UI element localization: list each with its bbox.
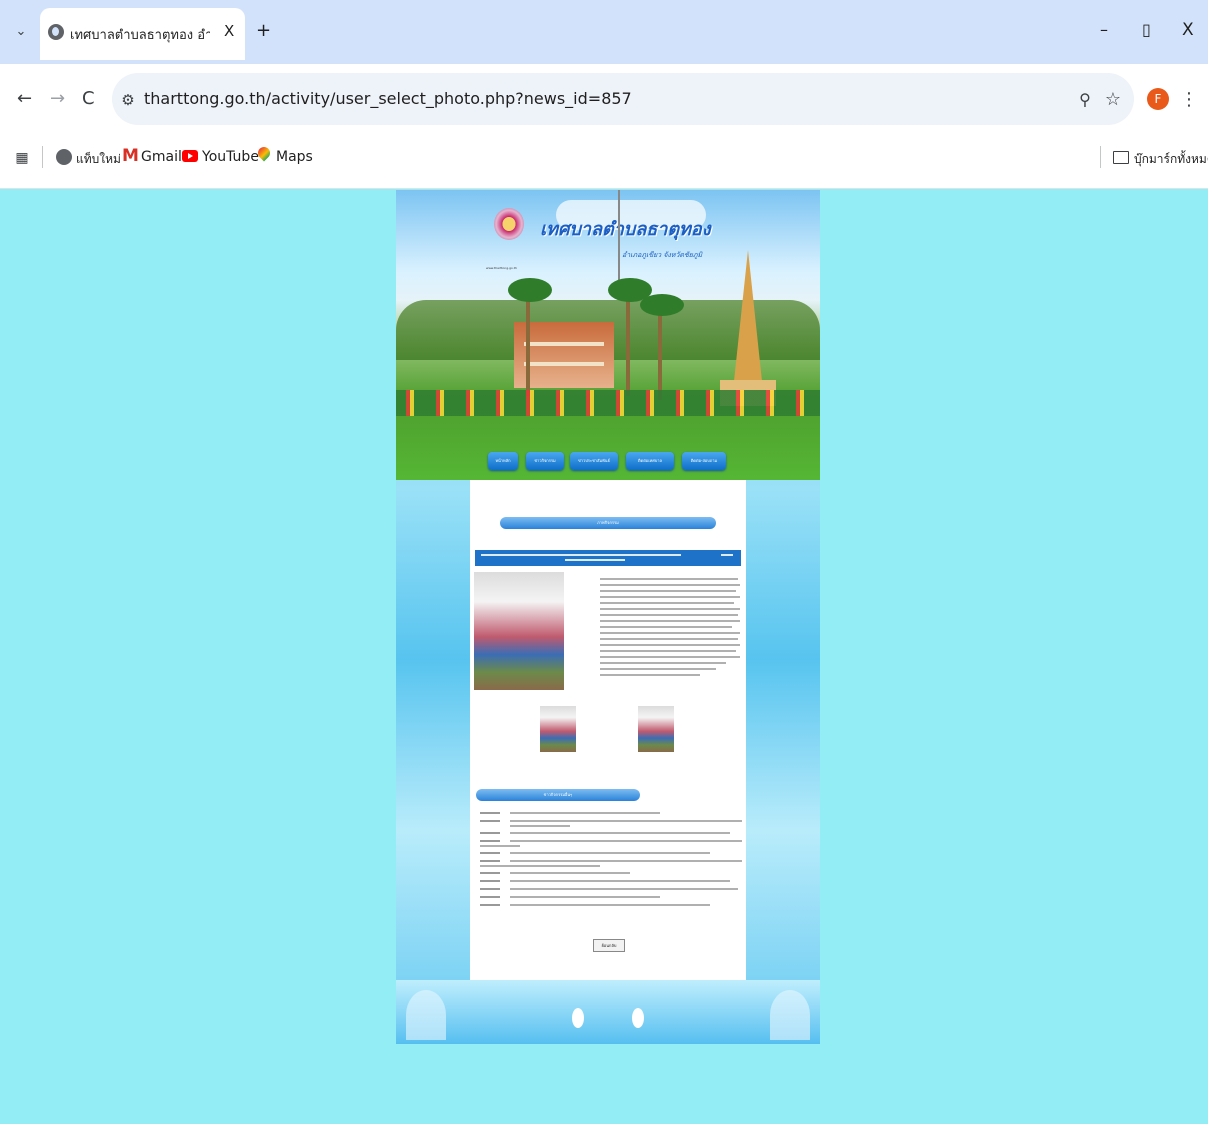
folder-icon: [1113, 151, 1129, 164]
news-body-text: [600, 578, 740, 682]
palm-leaves-3: [640, 294, 684, 316]
back-button[interactable]: ย้อนกลับ: [593, 939, 625, 952]
forward-icon[interactable]: →: [50, 88, 65, 109]
youtube-icon: [182, 150, 198, 162]
other-news-header: ข่าวกิจกรรมอื่นๆ: [476, 789, 640, 801]
tab-title: เทศบาลตำบลธาตุทอง อำเภอภูเขียว: [70, 28, 210, 43]
stupa: [732, 250, 764, 400]
new-tab-globe-icon: [56, 149, 72, 165]
nav-activity-news[interactable]: ข่าวกิจกรรม: [526, 452, 564, 470]
content-panel: ภาพกิจกรรม ข่าวกิจกรรมอื่นๆ ย้อนกลับ: [470, 480, 746, 1044]
palm-trunk: [526, 286, 530, 396]
window-close-icon[interactable]: X: [1182, 20, 1194, 40]
nav-contact-inquiry[interactable]: ติดต่อ-สอบถาม: [682, 452, 726, 470]
globe-icon: [48, 24, 64, 40]
reload-icon[interactable]: C: [82, 88, 95, 109]
main-activity-photo[interactable]: [474, 572, 564, 690]
bookmark-star-icon[interactable]: ☆: [1102, 88, 1124, 112]
tab-close-icon[interactable]: X: [224, 22, 234, 40]
nav-home[interactable]: หน้าหลัก: [488, 452, 518, 470]
logo-caption: www.tharttong.go.th: [486, 266, 517, 270]
minimize-icon[interactable]: –: [1100, 20, 1108, 39]
palm-trunk-2: [626, 286, 630, 396]
site-title: เทศบาลตำบลธาตุทอง: [540, 219, 711, 240]
site-settings-icon[interactable]: ⚙: [118, 88, 138, 112]
menu-kebab-icon[interactable]: ⋮: [1180, 88, 1198, 112]
thumbnail-photo[interactable]: [540, 706, 576, 752]
tab-search-chevron-icon[interactable]: ⌄: [10, 20, 32, 44]
site-subtitle: อำเภอภูเขียว จังหวัดชัยภูมิ: [622, 251, 703, 259]
bookmark-new-tab[interactable]: แท็บใหม่: [76, 150, 121, 169]
gmail-icon: M: [122, 146, 139, 166]
apps-grid-icon[interactable]: ▦: [12, 146, 32, 170]
nav-contact-municipality[interactable]: ติดต่อเทศบาล: [626, 452, 674, 470]
zoom-icon[interactable]: ⚲: [1074, 88, 1096, 112]
all-bookmarks[interactable]: บุ๊กมาร์กทั้งหมด: [1134, 150, 1208, 169]
bookmark-maps[interactable]: Maps: [276, 149, 313, 165]
web-page: www.tharttong.go.th เทศบาลตำบลธาตุทอง อำ…: [396, 190, 820, 1044]
bookmark-divider: [42, 146, 43, 168]
bookmark-divider-right: [1100, 146, 1101, 168]
bookmark-youtube[interactable]: YouTube: [202, 149, 259, 165]
bookmark-gmail[interactable]: Gmail: [141, 149, 182, 165]
other-news-list: [480, 812, 742, 922]
new-tab-icon[interactable]: +: [256, 20, 271, 41]
site-logo: [494, 208, 524, 240]
address-url[interactable]: tharttong.go.th/activity/user_select_pho…: [144, 89, 632, 108]
thumbnail-photo[interactable]: [638, 706, 674, 752]
site-banner: www.tharttong.go.th เทศบาลตำบลธาตุทอง อำ…: [396, 190, 820, 480]
flag-pole: [618, 190, 620, 280]
footer-decoration: [396, 980, 820, 1044]
palm-leaves: [508, 278, 552, 302]
flower-garden: [396, 390, 820, 416]
back-icon[interactable]: ←: [17, 88, 32, 109]
section-header: ภาพกิจกรรม: [500, 517, 716, 529]
profile-avatar[interactable]: F: [1147, 88, 1169, 110]
restore-icon[interactable]: ▯: [1142, 20, 1151, 39]
news-title-bar: [475, 550, 741, 566]
nav-pr-news[interactable]: ข่าวประชาสัมพันธ์: [570, 452, 618, 470]
